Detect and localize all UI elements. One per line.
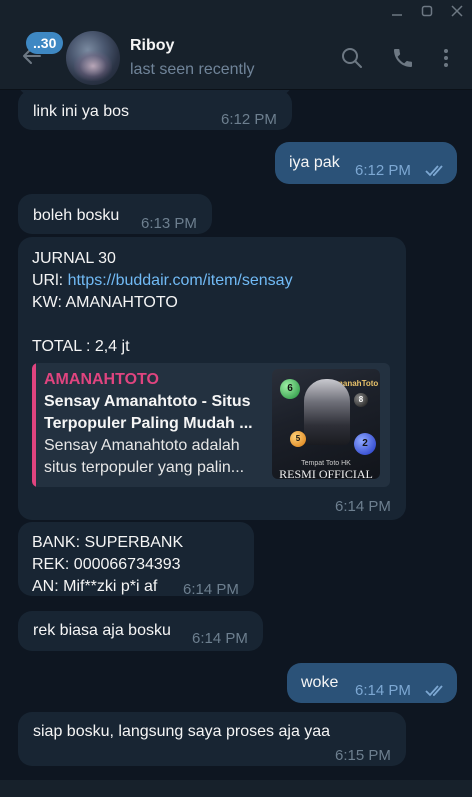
message-text: iya pak — [289, 154, 340, 171]
thumbnail-ball: 2 — [354, 433, 376, 455]
message-time: 6:14 PM — [192, 630, 248, 647]
chat-title[interactable]: Riboy — [130, 37, 174, 55]
message-bubble[interactable]: BANK: SUPERBANK REK: 000066734393 AN: Mi… — [18, 522, 254, 598]
window-titlebar — [0, 0, 472, 22]
preview-site-name: AMANAHTOTO — [44, 371, 159, 388]
message-line: AN: Mif**zki p*i af — [32, 578, 158, 595]
message-text: link ini ya bos — [33, 103, 130, 120]
message-time: 6:14 PM — [355, 682, 411, 699]
message-line: JURNAL 30 — [32, 250, 116, 267]
message-list[interactable]: link ini ya bos 6:12 PM iya pak 6:12 PM … — [0, 90, 472, 780]
message-text: boleh bosku — [33, 207, 120, 224]
preview-title: Sensay Amanahtoto - Situs Terpopuler Pal… — [44, 393, 253, 432]
message-line: REK: 000066734393 — [32, 556, 181, 573]
link-preview-card[interactable]: AMANAHTOTO Sensay Amanahtoto - Situs Ter… — [32, 363, 390, 487]
message-line: BANK: SUPERBANK — [32, 534, 184, 551]
avatar[interactable] — [66, 31, 120, 85]
maximize-icon[interactable] — [412, 0, 442, 22]
last-seen-status: last seen recently — [130, 61, 255, 78]
preview-thumbnail[interactable]: AmanahToto 6 8 5 2 Tempat Toto HK RESMI … — [272, 369, 380, 479]
phone-icon[interactable] — [391, 46, 415, 70]
message-line: KW: AMANAHTOTO — [32, 294, 178, 311]
message-text: woke — [301, 674, 339, 691]
message-bubble-outgoing[interactable]: woke 6:14 PM — [287, 663, 457, 703]
message-bubble[interactable]: boleh bosku 6:13 PM — [18, 194, 212, 234]
message-bubble[interactable]: rek biasa aja bosku 6:14 PM — [18, 611, 263, 651]
thumbnail-caption: RESMI OFFICIAL — [279, 467, 373, 479]
composer-bar[interactable] — [0, 780, 472, 797]
message-text: rek biasa aja bosku — [33, 622, 171, 639]
double-check-icon — [425, 685, 443, 697]
message-line: URl: https://buddair.com/item/sensay — [32, 270, 293, 292]
message-bubble[interactable]: link ini ya bos 6:12 PM — [18, 90, 292, 130]
preview-accent-bar — [32, 363, 36, 487]
message-time: 6:14 PM — [335, 498, 391, 515]
message-line: TOTAL : 2,4 jt — [32, 338, 130, 355]
thumbnail-ball: 6 — [280, 379, 300, 399]
preview-description: Sensay Amanahtoto adalah situs terpopule… — [44, 437, 245, 476]
thumbnail-ball: 5 — [290, 431, 306, 447]
message-bubble-with-preview[interactable]: JURNAL 30 URl: https://buddair.com/item/… — [18, 237, 406, 520]
close-icon[interactable] — [442, 0, 472, 22]
double-check-icon — [425, 165, 443, 177]
thumbnail-figure — [304, 379, 350, 445]
message-time: 6:12 PM — [221, 111, 277, 128]
message-time: 6:14 PM — [183, 581, 239, 598]
more-vert-icon[interactable] — [434, 46, 458, 70]
message-bubble-outgoing[interactable]: iya pak 6:12 PM — [275, 142, 457, 184]
search-icon[interactable] — [340, 46, 364, 70]
message-link[interactable]: https://buddair.com/item/sensay — [68, 272, 293, 289]
thumbnail-ball: 8 — [354, 393, 368, 407]
chat-header: ..30 Riboy last seen recently — [0, 22, 472, 90]
message-time: 6:13 PM — [141, 215, 197, 232]
message-time: 6:15 PM — [335, 747, 391, 764]
minimize-icon[interactable] — [382, 0, 412, 22]
unread-count-badge: ..30 — [26, 32, 64, 54]
message-time: 6:12 PM — [355, 162, 411, 179]
url-label: URl: — [32, 272, 68, 289]
message-text: siap bosku, langsung saya proses aja yaa — [33, 723, 331, 740]
message-bubble[interactable]: siap bosku, langsung saya proses aja yaa… — [18, 712, 406, 766]
